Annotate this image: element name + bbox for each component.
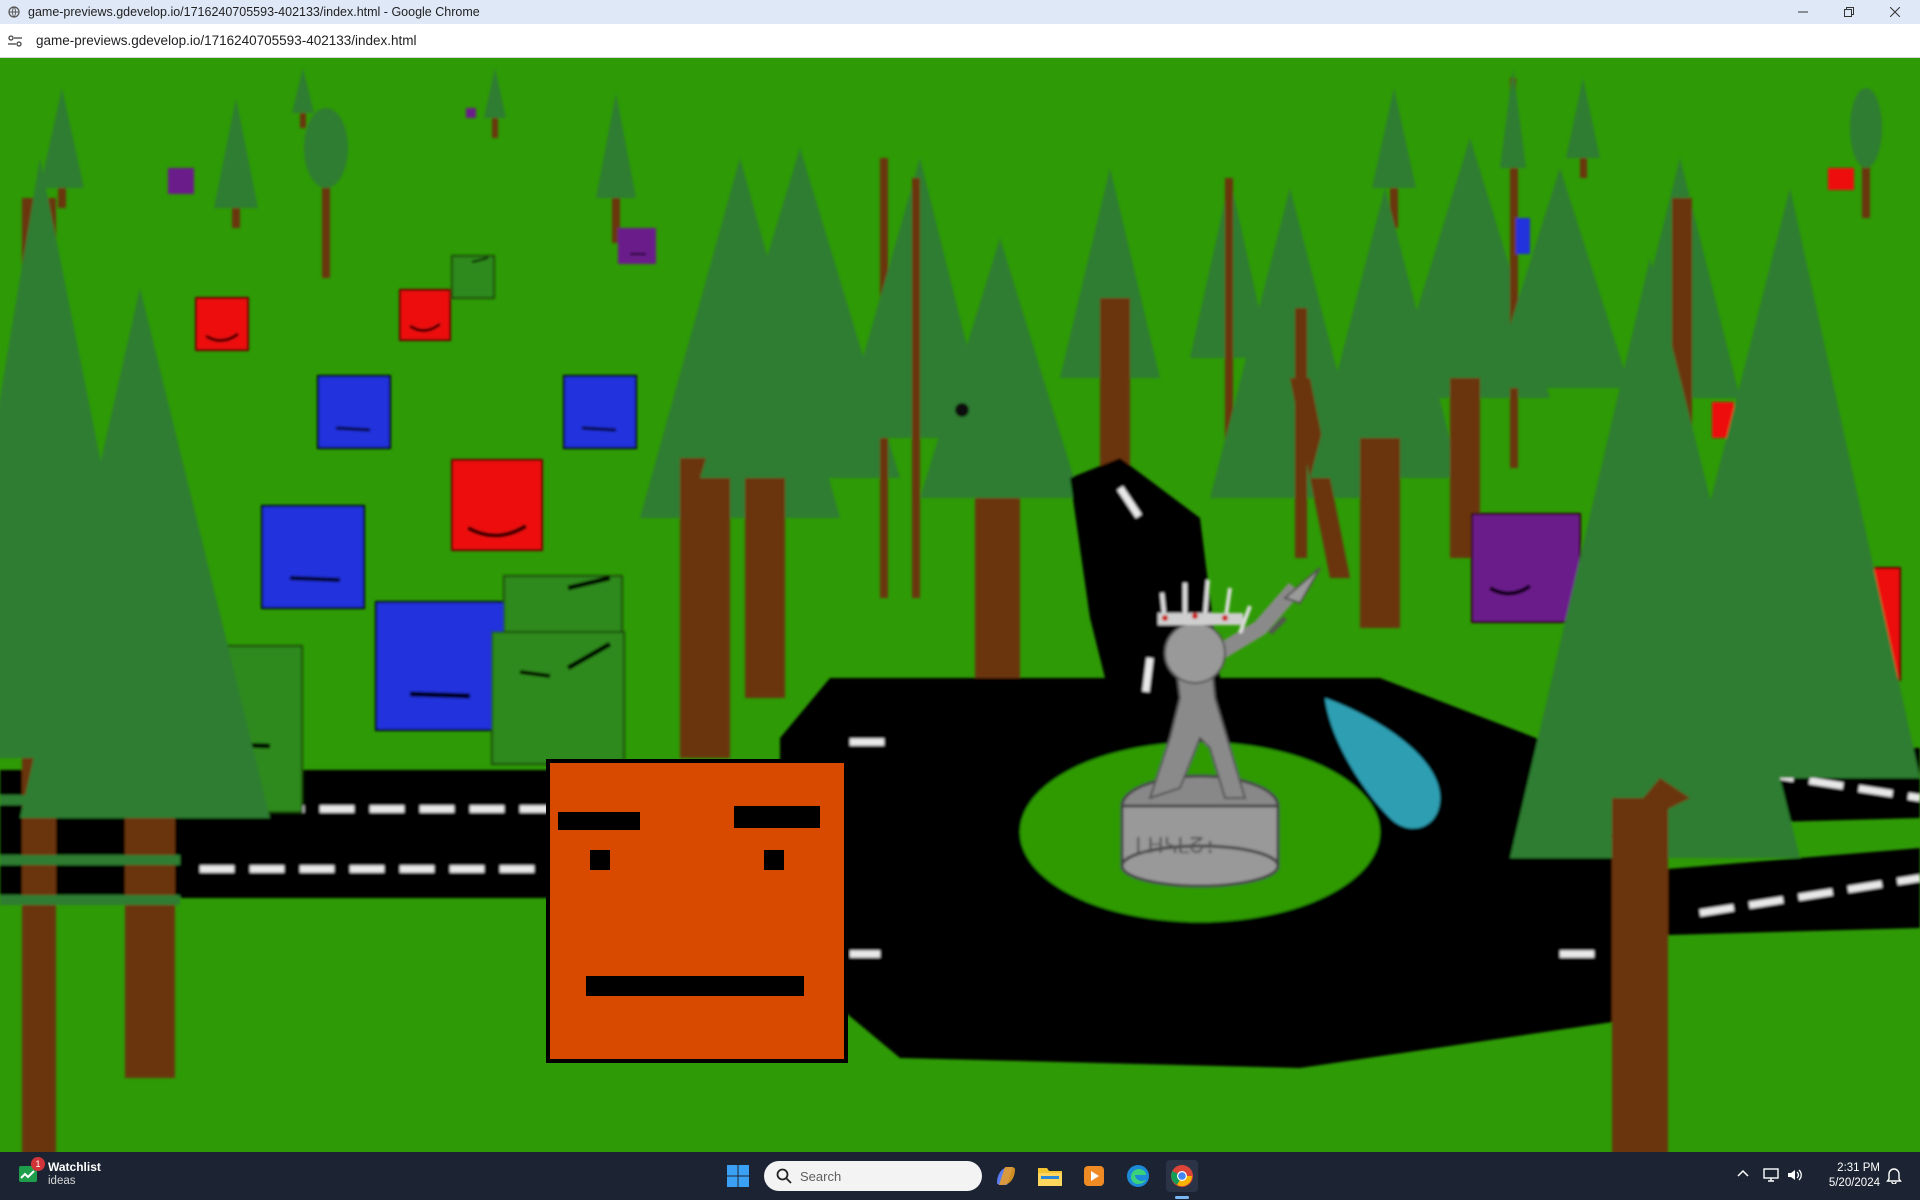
player-orange-square bbox=[546, 759, 848, 1063]
windows-start-icon[interactable] bbox=[722, 1160, 754, 1192]
network-icon[interactable] bbox=[1762, 1166, 1780, 1189]
window-title: game-previews.gdevelop.io/1716240705593-… bbox=[28, 5, 480, 19]
blue-square bbox=[375, 601, 505, 731]
minimize-icon[interactable] bbox=[1780, 0, 1826, 24]
purple-square bbox=[1471, 513, 1581, 623]
purple-square bbox=[466, 108, 476, 118]
site-info-icon[interactable] bbox=[6, 32, 24, 50]
volume-icon[interactable] bbox=[1786, 1166, 1804, 1189]
blue-square bbox=[563, 375, 637, 449]
game-canvas[interactable]: ᒪᕼᓴᒪᘔ: bbox=[0, 58, 1920, 1152]
taskbar: 1 Watchlist ideas Search 2:31 PM 5/20/20… bbox=[0, 1152, 1920, 1200]
blue-square bbox=[317, 375, 391, 449]
widget-subtitle: ideas bbox=[48, 1175, 76, 1187]
green-square bbox=[451, 255, 495, 299]
edge-icon[interactable] bbox=[1122, 1160, 1154, 1192]
purple-square bbox=[168, 168, 194, 194]
notification-badge: 1 bbox=[31, 1157, 45, 1171]
game-scene[interactable]: ᒪᕼᓴᒪᘔ: bbox=[0, 58, 1920, 1152]
close-icon[interactable] bbox=[1872, 0, 1918, 24]
active-app-indicator bbox=[1175, 1196, 1189, 1199]
green-square bbox=[491, 631, 625, 765]
blue-square bbox=[1516, 218, 1530, 254]
window-title-bar: game-previews.gdevelop.io/1716240705593-… bbox=[0, 0, 1920, 24]
globe-icon bbox=[8, 6, 20, 18]
blue-square bbox=[261, 505, 365, 609]
copilot-icon[interactable] bbox=[990, 1160, 1022, 1192]
search-placeholder: Search bbox=[800, 1168, 842, 1184]
notification-bell-icon[interactable] bbox=[1886, 1166, 1904, 1186]
clock-time: 2:31 PM bbox=[1837, 1162, 1880, 1174]
clock-date: 5/20/2024 bbox=[1828, 1177, 1880, 1189]
taskbar-search-box[interactable]: Search bbox=[764, 1161, 982, 1191]
svg-text:ᒪᕼᓴᒪᘔ:: ᒪᕼᓴᒪᘔ: bbox=[1135, 835, 1217, 860]
red-square bbox=[195, 297, 249, 351]
widget-title: Watchlist bbox=[48, 1160, 101, 1174]
system-clock[interactable]: 2:31 PM 5/20/2024 bbox=[1812, 1161, 1880, 1191]
fly bbox=[955, 403, 969, 417]
url-text[interactable]: game-previews.gdevelop.io/1716240705593-… bbox=[36, 33, 417, 48]
purple-square bbox=[618, 228, 656, 264]
red-square bbox=[1828, 168, 1854, 190]
chevron-up-icon[interactable] bbox=[1735, 1166, 1751, 1186]
stock-chart-icon: 1 bbox=[18, 1157, 45, 1185]
search-icon bbox=[776, 1168, 792, 1184]
media-player-icon[interactable] bbox=[1078, 1160, 1110, 1192]
file-explorer-icon[interactable] bbox=[1034, 1160, 1066, 1192]
restore-icon[interactable] bbox=[1826, 0, 1872, 24]
chrome-icon[interactable] bbox=[1166, 1160, 1198, 1192]
widgets-button[interactable]: 1 Watchlist ideas bbox=[18, 1157, 101, 1188]
red-square bbox=[399, 289, 451, 341]
red-square bbox=[451, 459, 543, 551]
address-bar[interactable]: game-previews.gdevelop.io/1716240705593-… bbox=[0, 24, 1920, 58]
